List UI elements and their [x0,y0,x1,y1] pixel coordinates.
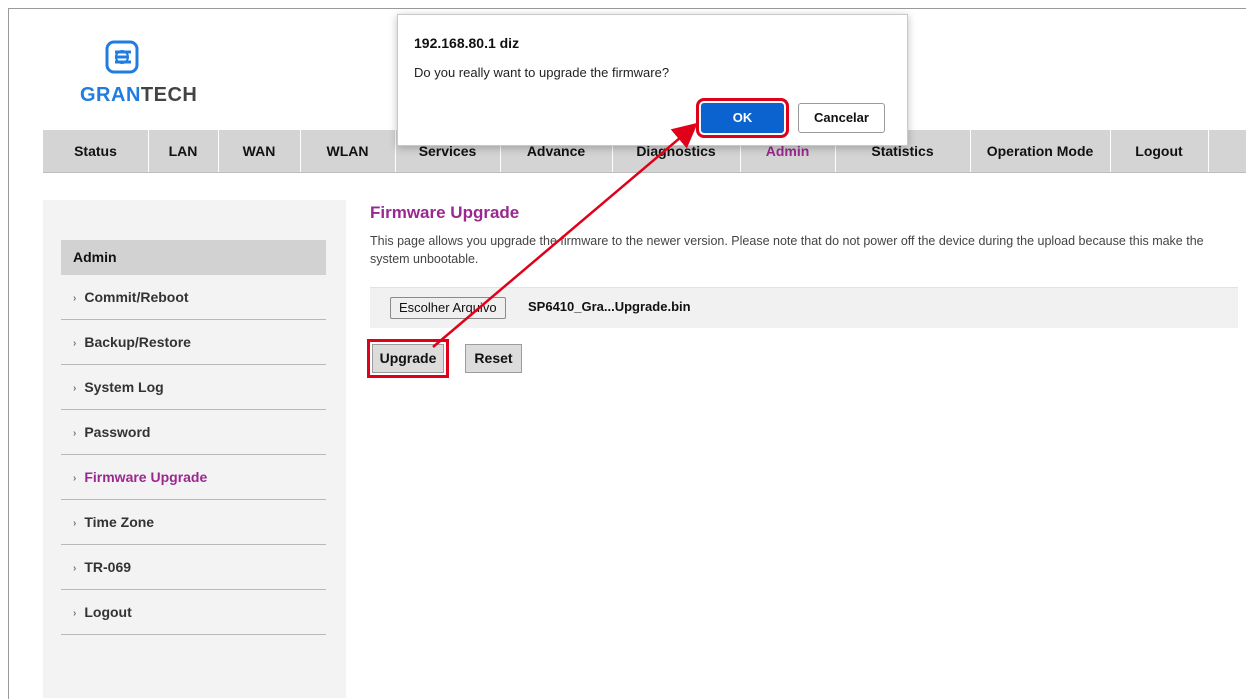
tab-wan[interactable]: WAN [218,130,301,172]
sidebar-item-label: Commit/Reboot [84,289,189,305]
sidebar-item-logout[interactable]: › Logout [61,590,326,635]
chevron-right-icon: › [73,383,77,394]
sidebar-item-commit-reboot[interactable]: › Commit/Reboot [61,275,326,320]
grantech-logo: GRANTECH [80,40,210,110]
brand-name: GRANTECH [80,84,197,107]
sidebar-item-label: Logout [84,604,132,620]
sidebar-item-time-zone[interactable]: › Time Zone [61,500,326,545]
reset-button[interactable]: Reset [465,344,522,373]
tab-logout[interactable]: Logout [1110,130,1209,172]
sidebar-heading: Admin [61,240,326,275]
sidebar-item-label: Backup/Restore [84,334,191,350]
chevron-right-icon: › [73,338,77,349]
confirm-dialog: 192.168.80.1 diz Do you really want to u… [397,14,908,146]
brand-name-accent: GRAN [80,84,141,106]
sidebar-item-label: Password [84,424,151,440]
page-title: Firmware Upgrade [370,203,520,222]
sidebar-item-tr-069[interactable]: › TR-069 [61,545,326,590]
chevron-right-icon: › [73,473,77,484]
chevron-right-icon: › [73,518,77,529]
chevron-right-icon: › [73,608,77,619]
dialog-title: 192.168.80.1 diz [414,35,520,51]
page-description: This page allows you upgrade the firmwar… [370,234,1204,266]
file-select-row: Escolher Arquivo SP6410_Gra...Upgrade.bi… [370,287,1238,328]
dialog-message: Do you really want to upgrade the firmwa… [414,65,670,80]
brand-name-rest: TECH [140,84,198,106]
grantech-logo-icon [105,40,139,74]
sidebar-item-system-log[interactable]: › System Log [61,365,326,410]
chevron-right-icon: › [73,428,77,439]
dialog-cancel-button[interactable]: Cancelar [798,103,885,133]
tab-status[interactable]: Status [43,130,149,172]
sidebar-item-label: TR-069 [84,559,132,575]
upgrade-button[interactable]: Upgrade [367,339,449,378]
chevron-right-icon: › [73,563,77,574]
tab-lan[interactable]: LAN [148,130,219,172]
chevron-right-icon: › [73,293,77,304]
dialog-ok-button[interactable]: OK [696,98,789,138]
tab-wlan[interactable]: WLAN [300,130,396,172]
sidebar-item-password[interactable]: › Password [61,410,326,455]
sidebar-item-label: Firmware Upgrade [84,469,208,485]
sidebar-item-label: Time Zone [84,514,155,530]
tab-operation-mode[interactable]: Operation Mode [970,130,1111,172]
sidebar-item-firmware-upgrade[interactable]: › Firmware Upgrade [61,455,326,500]
choose-file-button[interactable]: Escolher Arquivo [390,297,506,319]
sidebar-item-label: System Log [84,379,164,395]
selected-file-name: SP6410_Gra...Upgrade.bin [528,299,691,314]
sidebar-item-backup-restore[interactable]: › Backup/Restore [61,320,326,365]
